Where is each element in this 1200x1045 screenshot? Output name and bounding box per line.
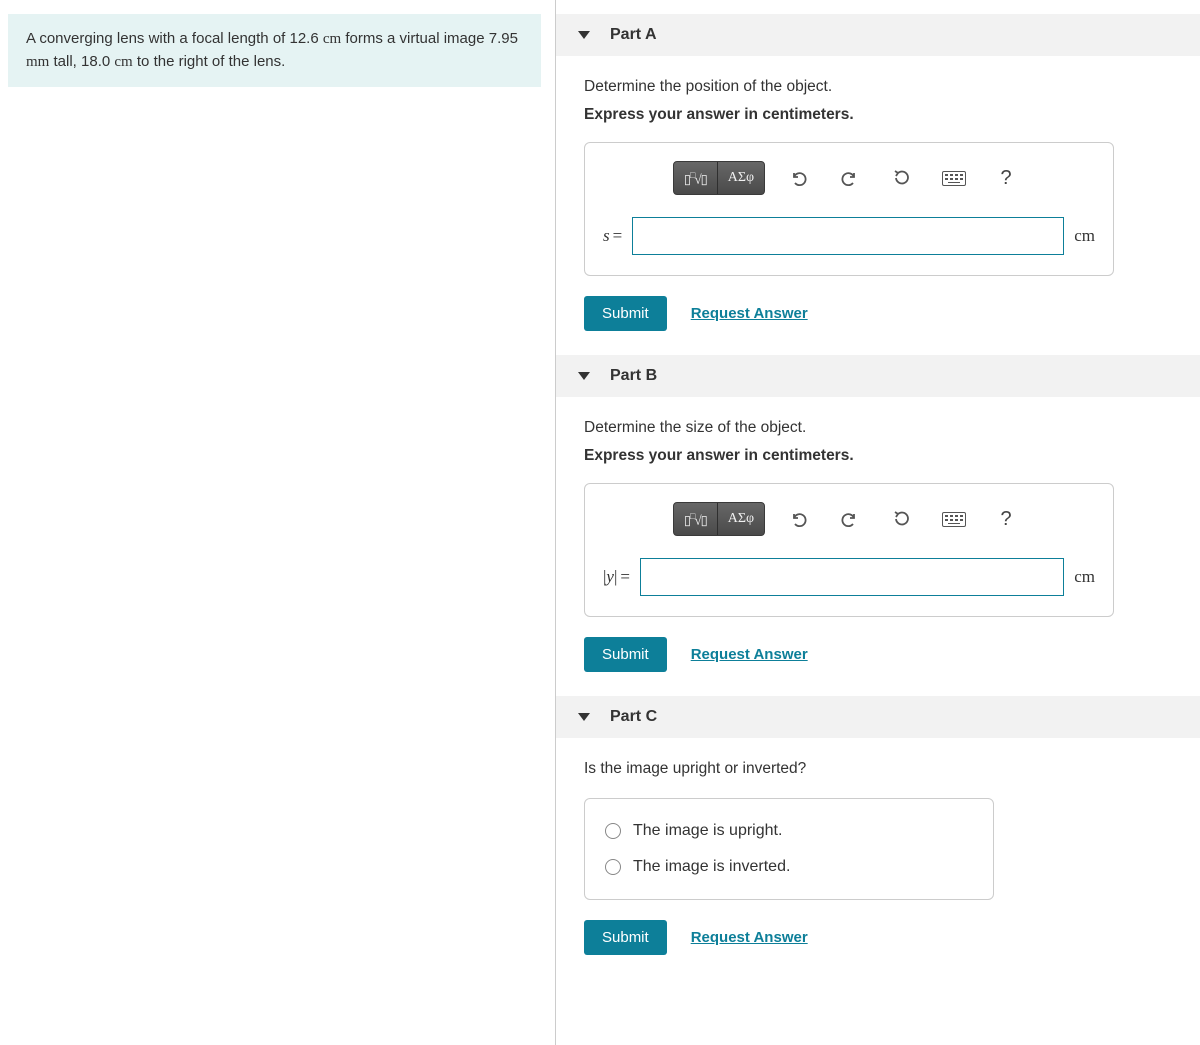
submit-button[interactable]: Submit <box>584 920 667 955</box>
answer-input-b[interactable] <box>640 558 1064 596</box>
unit-label: cm <box>1074 567 1095 587</box>
undo-button[interactable] <box>779 162 817 194</box>
part-a-prompt: Determine the position of the object. <box>584 78 1172 96</box>
request-answer-link[interactable]: Request Answer <box>691 929 808 946</box>
undo-icon <box>788 168 808 188</box>
caret-down-icon <box>578 31 590 39</box>
keyboard-icon <box>942 171 966 186</box>
math-templates-button[interactable]: ▯□√▯ <box>674 162 718 194</box>
radio-group: The image is upright. The image is inver… <box>584 798 994 900</box>
variable-label: |y|= <box>603 567 630 587</box>
part-b-prompt: Determine the size of the object. <box>584 419 1172 437</box>
part-c-prompt: Is the image upright or inverted? <box>584 760 1172 778</box>
problem-text: tall, 18.0 <box>49 53 114 70</box>
request-answer-link[interactable]: Request Answer <box>691 305 808 322</box>
toolbar-group: ▯□√▯ ΑΣφ <box>673 161 765 195</box>
greek-symbols-button[interactable]: ΑΣφ <box>718 162 764 194</box>
caret-down-icon <box>578 713 590 721</box>
unit-mm: mm <box>26 54 49 70</box>
part-a-header[interactable]: Part A <box>556 14 1200 56</box>
part-a: Part A Determine the position of the obj… <box>556 14 1200 341</box>
redo-icon <box>840 509 860 529</box>
unit-label: cm <box>1074 226 1095 246</box>
redo-button[interactable] <box>831 503 869 535</box>
answer-input-a[interactable] <box>632 217 1064 255</box>
reset-icon <box>892 509 912 529</box>
radio-option-inverted[interactable]: The image is inverted. <box>605 849 973 885</box>
keyboard-button[interactable] <box>935 503 973 535</box>
part-c: Part C Is the image upright or inverted?… <box>556 696 1200 965</box>
toolbar-group: ▯□√▯ ΑΣφ <box>673 502 765 536</box>
redo-icon <box>840 168 860 188</box>
problem-statement: A converging lens with a focal length of… <box>8 14 541 87</box>
keyboard-icon <box>942 512 966 527</box>
submit-button[interactable]: Submit <box>584 296 667 331</box>
parts-column: Part A Determine the position of the obj… <box>556 0 1200 1045</box>
keyboard-button[interactable] <box>935 162 973 194</box>
equation-toolbar: ▯□√▯ ΑΣφ <box>603 161 1095 195</box>
answer-box-a: ▯□√▯ ΑΣφ <box>584 142 1114 276</box>
problem-text: to the right of the lens. <box>133 53 286 70</box>
reset-button[interactable] <box>883 503 921 535</box>
problem-text: A converging lens with a focal length of… <box>26 30 323 47</box>
part-title: Part A <box>610 26 657 44</box>
radio-icon <box>605 859 621 875</box>
radio-option-upright[interactable]: The image is upright. <box>605 813 973 849</box>
request-answer-link[interactable]: Request Answer <box>691 646 808 663</box>
answer-box-b: ▯□√▯ ΑΣφ <box>584 483 1114 617</box>
unit-cm: cm <box>114 54 132 70</box>
variable-label: s= <box>603 226 622 246</box>
radio-label: The image is upright. <box>633 822 782 840</box>
undo-button[interactable] <box>779 503 817 535</box>
part-title: Part C <box>610 708 657 726</box>
reset-icon <box>892 168 912 188</box>
math-templates-icon: ▯□√▯ <box>684 512 707 526</box>
radio-label: The image is inverted. <box>633 858 790 876</box>
part-b-header[interactable]: Part B <box>556 355 1200 397</box>
problem-column: A converging lens with a focal length of… <box>0 0 556 1045</box>
part-a-instruction: Express your answer in centimeters. <box>584 106 1172 124</box>
part-c-header[interactable]: Part C <box>556 696 1200 738</box>
caret-down-icon <box>578 372 590 380</box>
math-templates-icon: ▯□√▯ <box>684 171 707 185</box>
help-button[interactable]: ? <box>987 162 1025 194</box>
math-templates-button[interactable]: ▯□√▯ <box>674 503 718 535</box>
problem-text: forms a virtual image 7.95 <box>341 30 518 47</box>
part-title: Part B <box>610 367 657 385</box>
submit-button[interactable]: Submit <box>584 637 667 672</box>
redo-button[interactable] <box>831 162 869 194</box>
radio-icon <box>605 823 621 839</box>
equation-toolbar: ▯□√▯ ΑΣφ <box>603 502 1095 536</box>
reset-button[interactable] <box>883 162 921 194</box>
help-button[interactable]: ? <box>987 503 1025 535</box>
undo-icon <box>788 509 808 529</box>
greek-symbols-button[interactable]: ΑΣφ <box>718 503 764 535</box>
part-b-instruction: Express your answer in centimeters. <box>584 447 1172 465</box>
part-b: Part B Determine the size of the object.… <box>556 355 1200 682</box>
unit-cm: cm <box>323 31 341 47</box>
